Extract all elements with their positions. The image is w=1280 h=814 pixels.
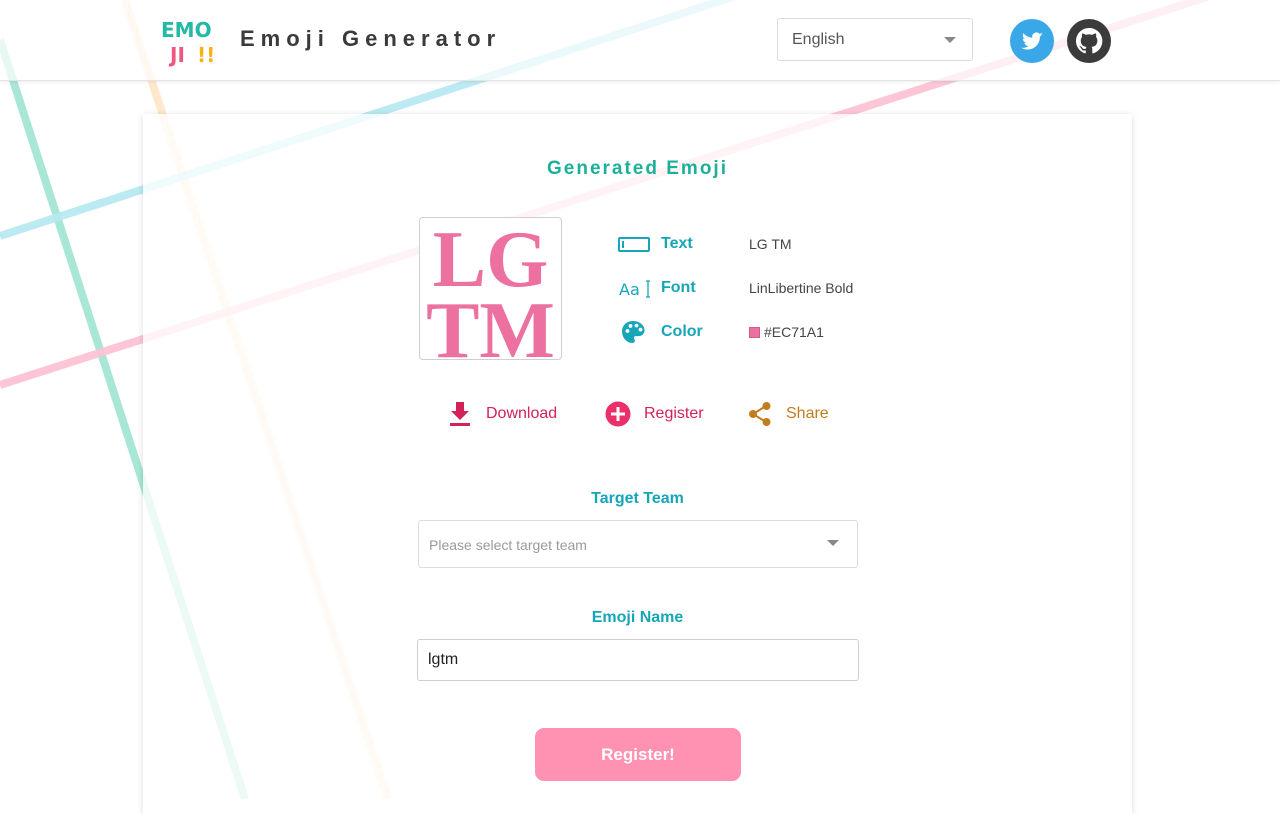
- text-field-icon: [618, 237, 650, 252]
- text-label: Text: [661, 235, 693, 252]
- twitter-icon[interactable]: [1010, 19, 1054, 63]
- preview-text-line2: TM: [426, 287, 555, 359]
- emoji-name-label: Emoji Name: [591, 609, 684, 626]
- logo[interactable]: EMO JI !!: [158, 12, 216, 70]
- font-label: Font: [661, 279, 696, 296]
- target-team-label: Target Team: [591, 490, 684, 507]
- color-value: #EC71A1: [764, 324, 824, 340]
- site-title[interactable]: Emoji Generator: [240, 26, 501, 52]
- emoji-name-input[interactable]: [417, 639, 859, 681]
- download-label: Download: [486, 405, 558, 422]
- logo-text-marks: !!: [197, 43, 215, 67]
- color-label: Color: [661, 323, 703, 340]
- color-value-wrap: #EC71A1: [749, 324, 824, 340]
- language-select-value: English: [792, 31, 845, 48]
- chevron-down-icon: [944, 37, 956, 43]
- color-swatch: [749, 327, 760, 338]
- logo-text-line2: JI: [168, 43, 185, 67]
- font-value: LinLibertine Bold: [749, 280, 854, 296]
- plus-circle-icon: [605, 401, 631, 427]
- github-icon[interactable]: [1067, 19, 1111, 63]
- palette-icon: [622, 321, 645, 343]
- logo-text-line1: EMO: [161, 18, 212, 42]
- chevron-down-icon: [827, 540, 839, 546]
- language-select[interactable]: English: [777, 18, 973, 61]
- card-title: Generated Emoji: [547, 158, 728, 179]
- share-label: Share: [786, 405, 829, 422]
- target-team-placeholder: Please select target team: [429, 537, 587, 553]
- share-icon: [749, 402, 771, 426]
- register-action-label: Register: [644, 405, 704, 422]
- text-value: LG TM: [749, 236, 792, 252]
- font-icon: Aa: [619, 280, 650, 299]
- emoji-preview-image: LG TM: [419, 217, 562, 360]
- font-icon-glyph: Aa: [619, 280, 640, 299]
- top-header: EMO JI !! Emoji Generator English: [0, 0, 1280, 81]
- download-arrow-icon: [450, 402, 470, 426]
- generated-emoji-card: Generated Emoji LG TM Text LG TM Aa Font…: [143, 114, 1132, 814]
- target-team-select[interactable]: Please select target team: [418, 520, 858, 568]
- register-submit-button[interactable]: Register!: [535, 728, 741, 781]
